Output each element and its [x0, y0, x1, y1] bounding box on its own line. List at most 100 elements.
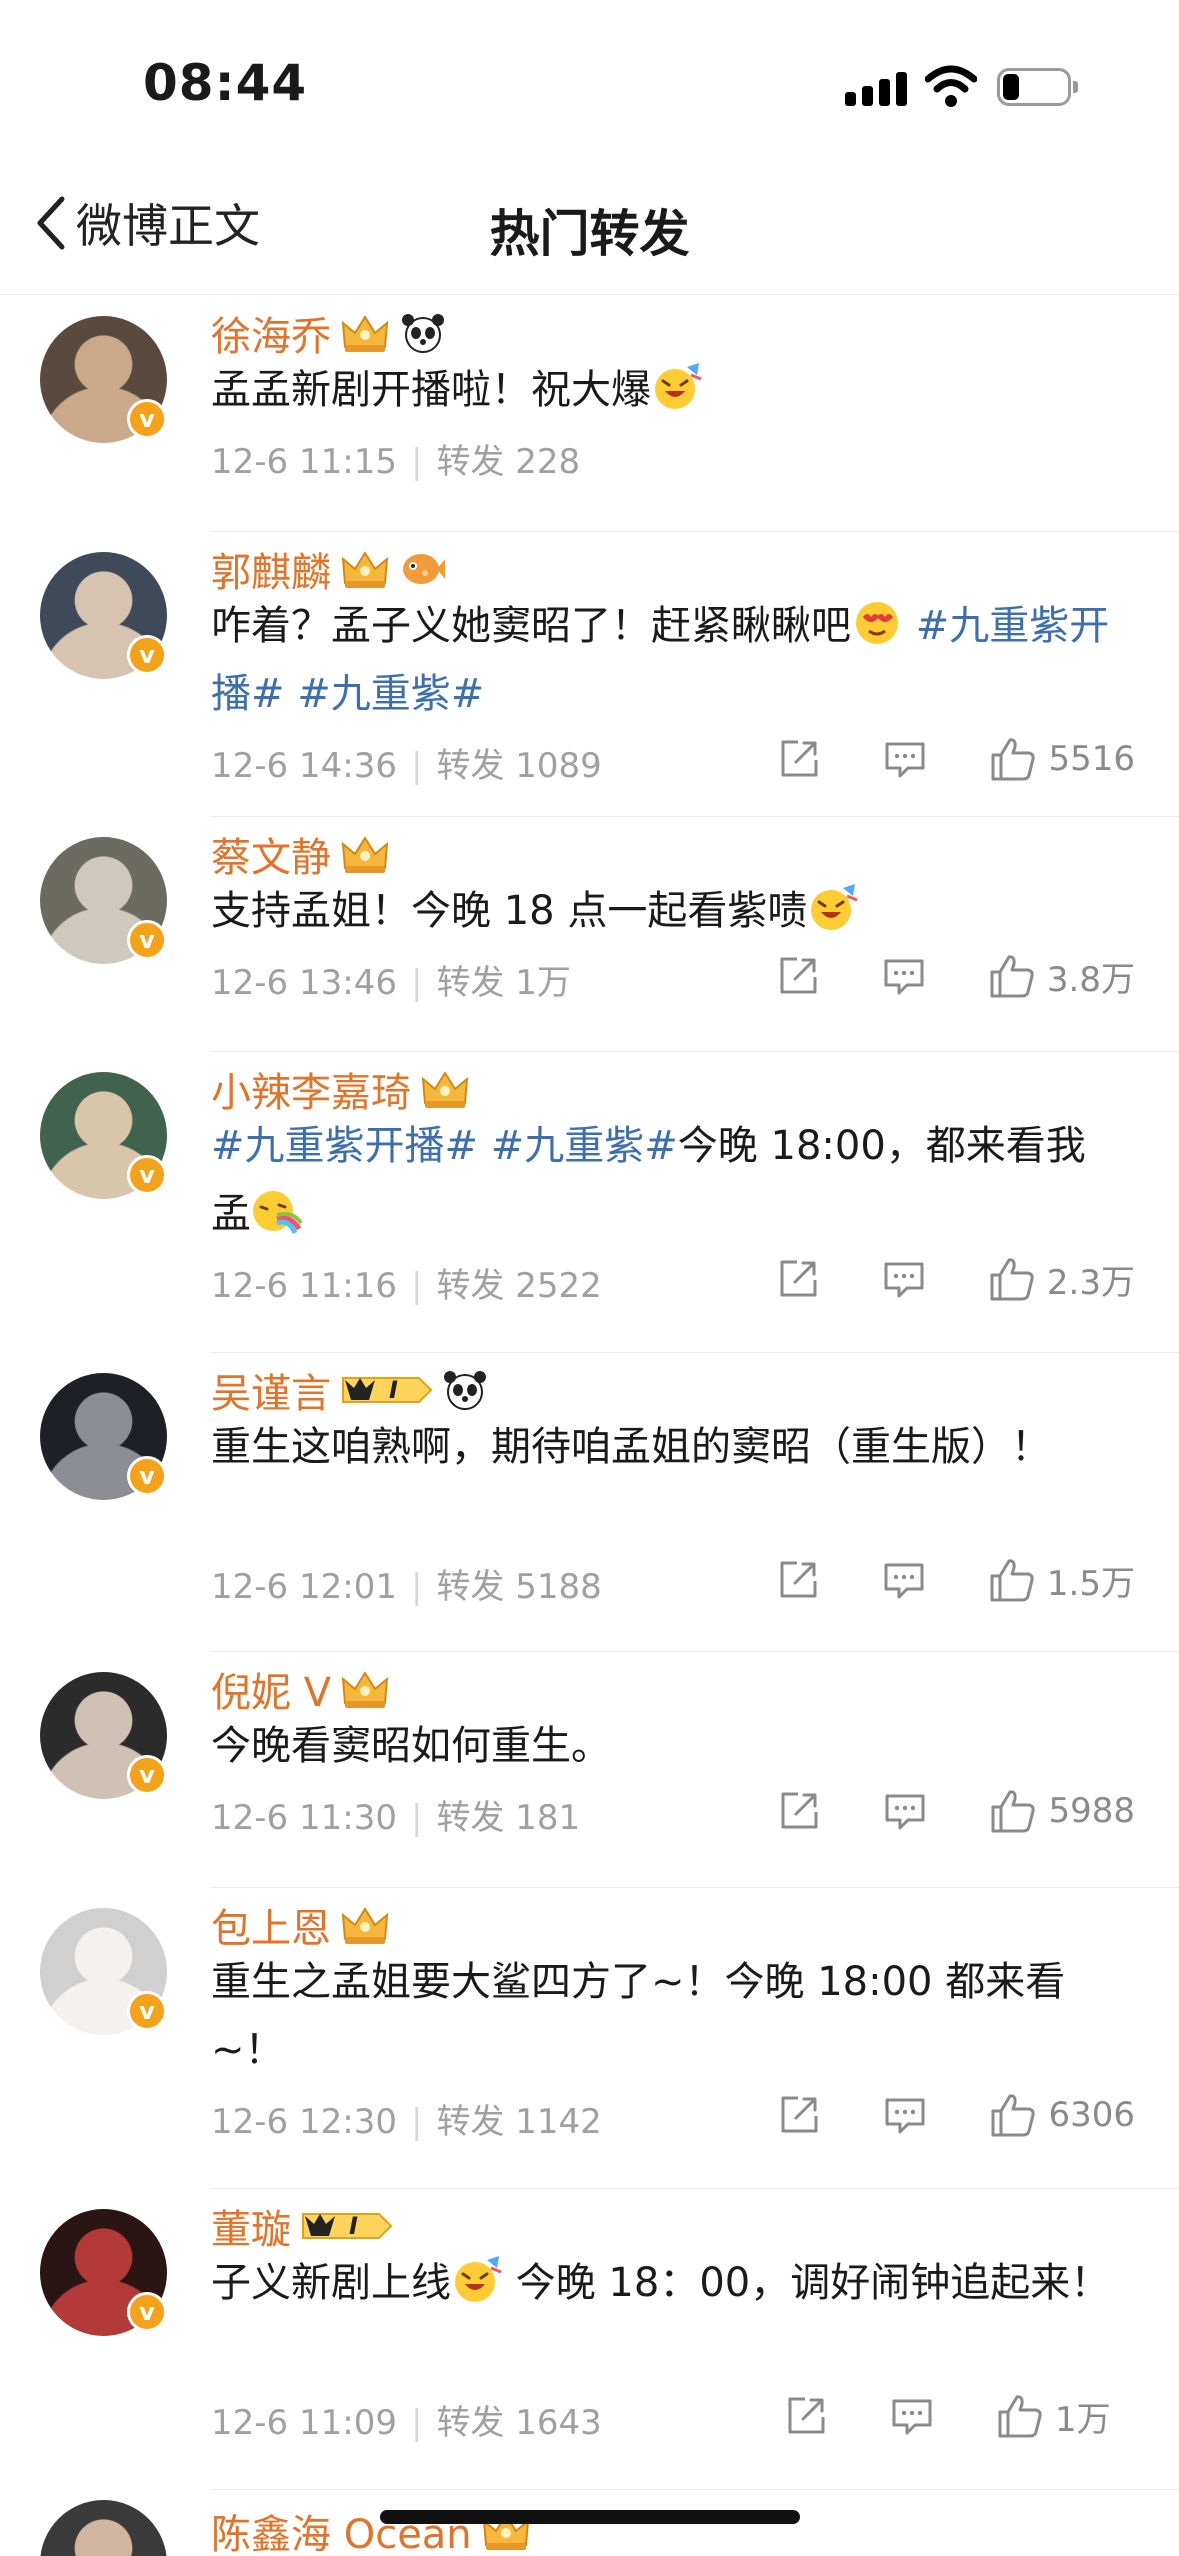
repost-item: v 董璇 I 子义新剧上线 今晚 18：00，调好闹钟追起来！ 12-6 11:09 | 转… [0, 2189, 1179, 2490]
like-count: 6306 [1048, 2095, 1135, 2135]
text-fragment: 支持孟姐！今晚 18 点一起看紫啧 [211, 888, 808, 934]
repost-count: 1089 [515, 746, 602, 786]
text-fragment: 今晚 18：00，调好闹钟追起来！ [503, 2260, 1111, 2306]
repost-item: v 蔡文静 支持孟姐！今晚 18 点一起看紫啧 12-6 13:46 | 转发 1万 3.8… [0, 817, 1179, 1052]
repost-text: 子义新剧上线 今晚 18：00，调好闹钟追起来！ [211, 2249, 1111, 2317]
thumbs-up-icon [990, 955, 1034, 998]
verified-badge-icon: v [127, 635, 167, 675]
topic-link[interactable]: #九重紫开播# [211, 1123, 478, 1169]
comment-icon [885, 2098, 925, 2134]
like-button[interactable]: 5516 [988, 734, 1135, 784]
like-count: 5988 [1048, 1791, 1135, 1831]
panda-icon [399, 311, 447, 355]
repost-label: 转发 [436, 2102, 505, 2142]
share-button[interactable] [775, 1256, 821, 1302]
celebrate-emoji-icon [651, 361, 703, 413]
like-button[interactable]: 6306 [988, 2090, 1135, 2140]
text-fragment [903, 603, 916, 649]
status-bar: 08:44 [0, 0, 1179, 150]
like-button[interactable]: 1万 [995, 2391, 1135, 2441]
username-text[interactable]: 吴谨言 [211, 1361, 331, 1419]
username[interactable]: 郭麒麟 [211, 540, 445, 598]
comment-button[interactable] [882, 2092, 928, 2138]
meta-divider: | [410, 442, 423, 482]
share-icon [780, 1260, 817, 1297]
verified-badge-icon: v [127, 1755, 167, 1795]
share-button[interactable] [783, 2393, 829, 2439]
username-text[interactable]: 小辣李嘉琦 [211, 1060, 411, 1118]
topic-link[interactable]: #九重紫# [491, 1123, 678, 1169]
username[interactable]: 蔡文静 [211, 825, 391, 883]
thumbs-up-icon [990, 1559, 1034, 1602]
share-button[interactable] [776, 736, 822, 782]
vip-badge-icon: I [299, 2206, 393, 2246]
repost-meta: 12-6 12:01 | 转发 5188 [211, 1559, 602, 1608]
like-button[interactable]: 3.8万 [987, 951, 1135, 1001]
like-button[interactable]: 2.3万 [987, 1254, 1135, 1304]
crown-icon [339, 1667, 391, 1711]
comment-button[interactable] [889, 2393, 935, 2439]
comment-button[interactable] [881, 1557, 927, 1603]
username-text[interactable]: 包上恩 [211, 1896, 331, 1954]
share-button[interactable] [775, 953, 821, 999]
like-count: 1万 [1055, 2399, 1111, 2440]
comment-button[interactable] [882, 1788, 928, 1834]
like-button[interactable]: 5988 [988, 1786, 1135, 1836]
username[interactable]: 包上恩 [211, 1896, 391, 1954]
repost-label: 转发 [436, 442, 505, 482]
username[interactable]: 小辣李嘉琦 [211, 1060, 471, 1118]
verified-badge-icon: v [127, 2292, 167, 2332]
repost-meta: 12-6 11:16 | 转发 2522 [211, 1258, 602, 1307]
username-text[interactable]: 蔡文静 [211, 825, 331, 883]
username-text[interactable]: 郭麒麟 [211, 540, 331, 598]
avatar[interactable] [40, 2500, 167, 2556]
repost-meta: 12-6 11:09 | 转发 1643 [211, 2395, 602, 2444]
repost-text: 支持孟姐！今晚 18 点一起看紫啧 [211, 877, 1111, 945]
celebrate-emoji-icon [807, 882, 859, 934]
panda-icon [441, 1368, 489, 1412]
thumbs-up-icon [991, 1790, 1036, 1833]
rainbow-emoji-icon [251, 1185, 303, 1237]
action-bar: 5988 [776, 1786, 1135, 1836]
thumbs-up-icon [991, 738, 1036, 781]
username[interactable]: 倪妮 V [211, 1660, 391, 1718]
comment-icon [884, 959, 924, 995]
username[interactable]: 董璇 I [211, 2197, 393, 2255]
repost-label: 转发 [436, 746, 505, 786]
repost-count: 1万 [515, 963, 571, 1003]
comment-button[interactable] [882, 736, 928, 782]
text-fragment: 重生这咱熟啊，期待咱孟姐的窦昭（重生版）！ [211, 1424, 1051, 1470]
timestamp: 12-6 12:30 [211, 2102, 397, 2142]
share-icon [781, 2096, 818, 2133]
comment-icon [885, 742, 925, 778]
like-button[interactable]: 1.5万 [987, 1555, 1135, 1605]
celebrate-emoji-icon [451, 2254, 503, 2306]
share-button[interactable] [776, 1788, 822, 1834]
topic-link[interactable]: #九重紫# [297, 671, 484, 717]
repost-text: 今晚看窦昭如何重生。 [211, 1712, 1111, 1780]
username-text[interactable]: 徐海乔 [211, 304, 331, 362]
username-text[interactable]: 倪妮 V [211, 1660, 331, 1718]
comment-button[interactable] [881, 953, 927, 999]
love-emoji-icon [851, 597, 903, 649]
share-icon [781, 1792, 818, 1829]
share-button[interactable] [775, 1557, 821, 1603]
comment-button[interactable] [881, 1256, 927, 1302]
crown-icon [339, 547, 391, 591]
username-text[interactable]: 董璇 [211, 2197, 291, 2255]
repost-meta: 12-6 14:36 | 转发 1089 [211, 738, 602, 787]
repost-count: 2522 [515, 1266, 602, 1306]
username[interactable]: 徐海乔 [211, 304, 447, 362]
timestamp: 12-6 11:15 [211, 442, 397, 482]
vip-level: I [389, 1376, 398, 1404]
status-time: 08:44 [143, 54, 308, 112]
repost-label: 转发 [436, 1266, 505, 1306]
username[interactable]: 吴谨言 I [211, 1361, 489, 1419]
timestamp: 12-6 11:09 [211, 2403, 397, 2443]
timestamp: 12-6 13:46 [211, 963, 397, 1003]
like-count: 3.8万 [1046, 959, 1135, 1000]
share-button[interactable] [776, 2092, 822, 2138]
text-fragment: 重生之孟姐要大鲨四方了~！今晚 18:00 都来看~！ [211, 1959, 1066, 2073]
text-fragment [478, 1123, 491, 1169]
action-bar: 1.5万 [775, 1555, 1135, 1605]
